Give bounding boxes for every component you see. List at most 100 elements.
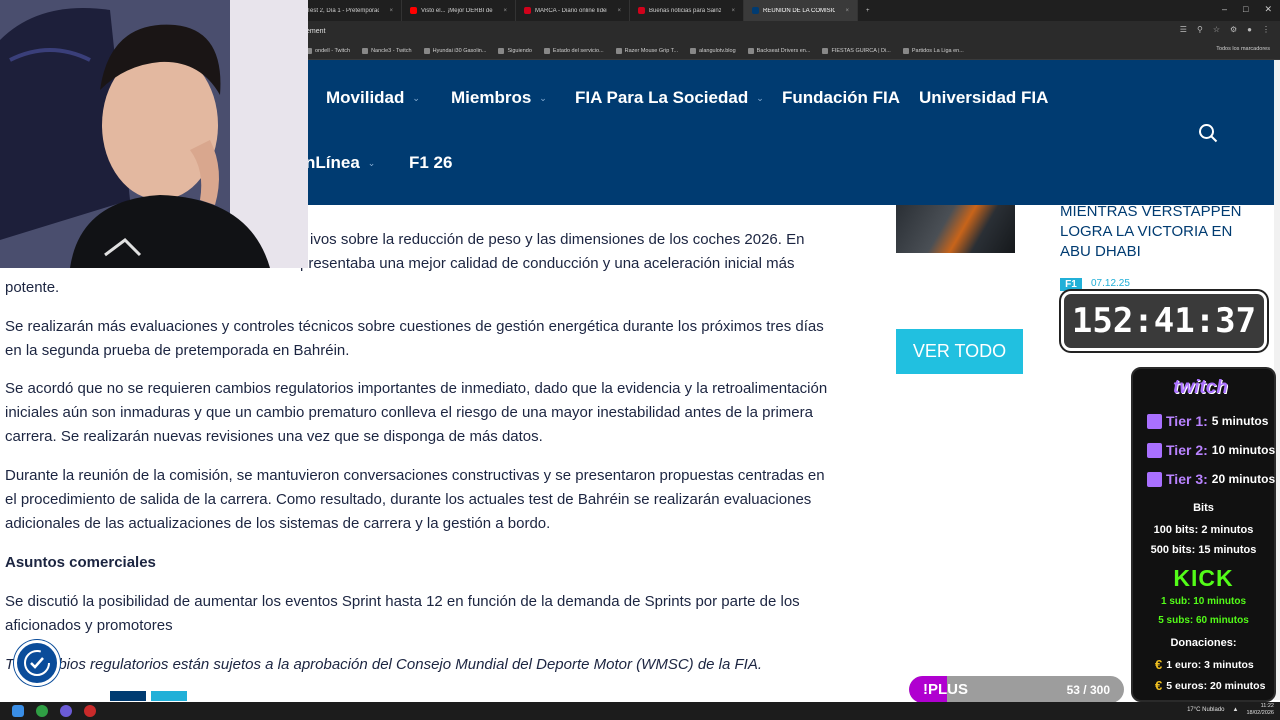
- news-title[interactable]: ... MIENTRAS VERSTAPPEN LOGRA LA VICTORI…: [1060, 190, 1260, 262]
- nav-item-enlinea[interactable]: nLínea ⌄: [305, 153, 375, 173]
- bookmark-label: Hyundai i30 Gasolin...: [432, 47, 487, 54]
- close-tab-icon[interactable]: ×: [617, 8, 621, 14]
- bookmark-label: Estado del servicio...: [552, 47, 604, 54]
- subathon-timer: 152:41:37: [1061, 291, 1267, 351]
- close-tab-icon[interactable]: ×: [503, 8, 507, 14]
- bookmark-item[interactable]: ondell - Twitch: [306, 47, 351, 54]
- kick-logo: KICK: [1173, 565, 1234, 591]
- news-thumbnail[interactable]: [896, 205, 1015, 253]
- maximize-icon[interactable]: □: [1243, 4, 1248, 15]
- paragraph-line: potente.: [5, 279, 60, 296]
- nav-label: Universidad FIA: [919, 88, 1049, 107]
- bookmark-item[interactable]: Siguiendo: [498, 47, 532, 54]
- clock-date: 18/02/2026: [1246, 710, 1274, 716]
- extension-icon[interactable]: ⚙: [1230, 25, 1237, 34]
- plus-count: 53 / 300: [1066, 683, 1110, 697]
- twitch-icon: [1147, 471, 1162, 487]
- news-title-cut: ...: [1060, 191, 1073, 202]
- donation-text: 1 euro: 3 minutos: [1166, 658, 1254, 671]
- close-tab-icon[interactable]: ×: [845, 8, 849, 14]
- address-text: ement: [306, 28, 326, 35]
- bookmark-label: ondell - Twitch: [315, 47, 351, 54]
- article-paragraph: Se acordó que no se requieren cambios re…: [5, 380, 828, 445]
- share-button-twitter[interactable]: [151, 691, 187, 701]
- bookmark-item[interactable]: Estado del servicio...: [543, 47, 604, 54]
- weather-status[interactable]: 17°C Nublado: [1187, 707, 1224, 713]
- bookmark-label: alangulotv.blog: [699, 47, 736, 54]
- bits-rule: 500 bits: 15 minutos: [1150, 544, 1257, 556]
- donation-rule: €1 euro: 3 minutos: [1155, 657, 1254, 672]
- donation-rule: €5 euros: 20 minutos: [1155, 678, 1265, 693]
- start-icon[interactable]: [12, 705, 24, 717]
- nav-item-miembros[interactable]: Miembros ⌄: [451, 88, 547, 108]
- window-controls: – □ ✕: [1222, 4, 1272, 15]
- favicon-icon: [524, 7, 531, 14]
- tier-row: Tier 3: 20 minutos: [1147, 471, 1275, 487]
- bookmark-item[interactable]: Hyundai i30 Gasolin...: [423, 47, 487, 54]
- donation-text: 5 euros: 20 minutos: [1166, 679, 1266, 692]
- app-icon[interactable]: [60, 705, 72, 717]
- translate-icon[interactable]: ☰: [1180, 25, 1187, 34]
- tier-name: Tier 3:: [1166, 471, 1208, 487]
- tier-value: 10 minutos: [1211, 443, 1276, 457]
- bookmark-label: Backseat Drivers en...: [756, 47, 811, 54]
- nav-item-f1-26[interactable]: F1 26: [409, 153, 452, 173]
- bookmark-icon: [615, 47, 622, 54]
- tier-name: Tier 1:: [1166, 413, 1208, 429]
- plus-label: !PLUS: [923, 681, 968, 698]
- bookmark-item[interactable]: Partidos La Liga en...: [902, 47, 964, 54]
- bookmark-item[interactable]: FIESTAS GUIRCA | Di...: [822, 47, 891, 54]
- search-icon[interactable]: [1198, 123, 1218, 143]
- browser-tab[interactable]: MARCA - Diario online líder c ×: [516, 0, 630, 21]
- bookmark-label: FIESTAS GUIRCA | Di...: [831, 47, 891, 54]
- nav-item-movilidad[interactable]: Movilidad ⌄: [326, 88, 420, 108]
- bookmark-item[interactable]: Nancle3 - Twitch: [362, 47, 412, 54]
- nav-item-fundacion[interactable]: Fundación FIA: [782, 88, 900, 108]
- wifi-icon[interactable]: ▲: [1233, 707, 1239, 713]
- app-icon[interactable]: [84, 705, 96, 717]
- close-tab-icon[interactable]: ×: [389, 8, 393, 14]
- nav-item-fia-sociedad[interactable]: FIA Para La Sociedad ⌄: [575, 88, 764, 108]
- streamer-webcam-image: [0, 0, 308, 268]
- browser-toolbar-icons: ☰ ⚲ ☆ ⚙ ● ⋮: [1180, 25, 1270, 34]
- bits-title: Bits: [1193, 502, 1214, 514]
- browser-tab[interactable]: Visto el... ¡Mejor DERBI de Es ×: [402, 0, 516, 21]
- close-icon[interactable]: ✕: [1264, 4, 1272, 15]
- share-button-facebook[interactable]: [110, 691, 146, 701]
- bookmark-item[interactable]: Razer Mouse Grip T...: [615, 47, 678, 54]
- browser-tab[interactable]: REUNIÓN DE LA COMISIÓN D ×: [744, 0, 858, 21]
- bookmark-icon: [902, 47, 909, 54]
- favicon-icon: [752, 7, 759, 14]
- profile-icon[interactable]: ●: [1247, 25, 1252, 34]
- bookmark-item[interactable]: Backseat Drivers en...: [747, 47, 811, 54]
- bookmark-icon: [822, 47, 829, 54]
- accessibility-button[interactable]: [14, 640, 60, 686]
- twitch-icon: [1147, 442, 1162, 458]
- accessibility-icon: [24, 650, 50, 676]
- tier-row: Tier 1: 5 minutos: [1147, 413, 1268, 429]
- bookmark-icon: [747, 47, 754, 54]
- nav-item-universidad[interactable]: Universidad FIA: [919, 88, 1048, 108]
- close-tab-icon[interactable]: ×: [731, 8, 735, 14]
- minimize-icon[interactable]: –: [1222, 4, 1227, 15]
- bookmark-icon: [543, 47, 550, 54]
- browser-tab[interactable]: Buenas noticias para Sainz y ×: [630, 0, 744, 21]
- zoom-icon[interactable]: ⚲: [1197, 25, 1203, 34]
- euro-icon: €: [1155, 678, 1163, 693]
- article-paragraph: Durante la reunión de la comisión, se ma…: [5, 467, 825, 532]
- new-tab-button[interactable]: +: [858, 0, 878, 21]
- section-heading: Asuntos comerciales: [5, 554, 156, 571]
- all-bookmarks[interactable]: Todos los marcadores: [1216, 46, 1270, 52]
- bookmark-item[interactable]: alangulotv.blog: [690, 47, 736, 54]
- tab-label: Test 2, Día 1 - Pretemporada: [307, 7, 380, 14]
- clock[interactable]: 11:22 18/02/2026: [1246, 703, 1274, 717]
- bookmark-label: Siguiendo: [507, 47, 532, 54]
- menu-icon[interactable]: ⋮: [1262, 25, 1270, 34]
- chevron-down-icon: ⌄: [367, 157, 376, 168]
- ver-todo-button[interactable]: VER TODO: [896, 329, 1023, 374]
- chevron-down-icon: ⌄: [539, 92, 547, 103]
- star-icon[interactable]: ☆: [1213, 25, 1220, 34]
- bookmark-icon: [690, 47, 697, 54]
- chrome-icon[interactable]: [36, 705, 48, 717]
- twitch-logo: twitch: [1173, 377, 1228, 398]
